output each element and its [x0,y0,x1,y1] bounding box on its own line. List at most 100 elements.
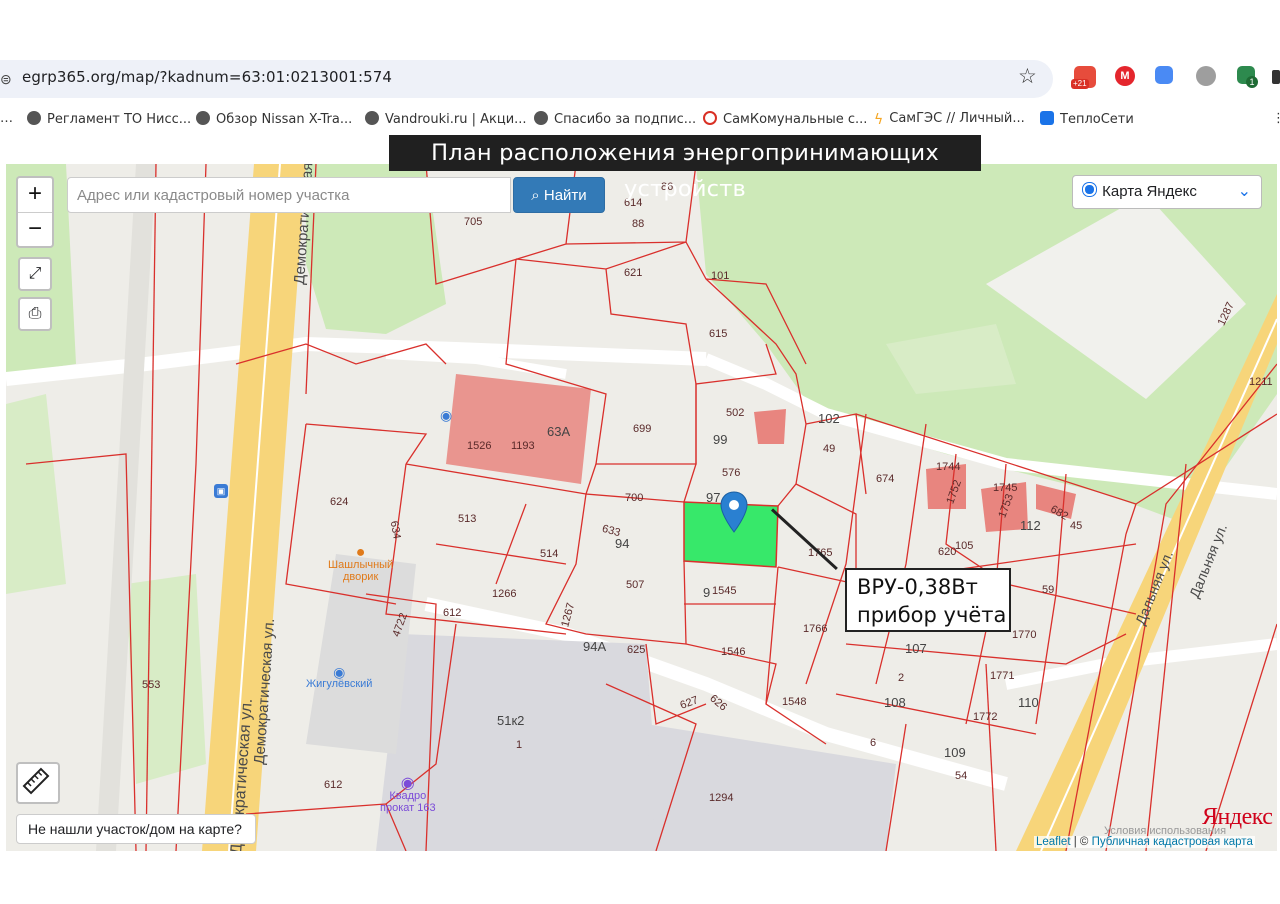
parcel-label: 1548 [782,696,807,708]
poi-metro-icon[interactable]: ▣ [214,484,228,498]
parcel-label: 49 [823,443,836,455]
map-attribution: Условия использования Leaflet | © Публич… [1034,825,1255,848]
bookmark-2[interactable]: Vandrouki.ru | Акци... [365,111,527,127]
parcel-label: 1772 [973,711,998,723]
print-button[interactable]: ⎙ [18,297,52,331]
parcel-label: 553 [142,679,161,691]
url-text[interactable]: egrp365.org/map/?kadnum=63:01:0213001:57… [22,68,392,86]
parcel-label: 1545 [712,585,737,597]
parcel-label: 9 [703,585,711,600]
bookmark-label: Регламент ТО Нисс... [47,112,192,127]
bookmark-6[interactable]: ТеплоСети [1040,111,1134,127]
not-found-link[interactable]: Не нашли участок/дом на карте? [16,814,256,844]
callout-line-1: ВРУ-0,38Вт [857,575,978,599]
terms-link[interactable]: Условия использования [1104,825,1226,837]
bookmark-label: Обзор Nissan X-Tra... [216,112,353,127]
parcel-label: 612 [324,779,343,791]
bookmark-star-icon[interactable]: ☆ [1018,64,1037,89]
extension-badge: +21 [1071,79,1089,89]
poi-zhiguli-label: Жигулёвский [306,678,373,690]
parcel-label: 102 [818,411,840,426]
parcel-label: 576 [722,467,741,479]
parcel-label: 620 [938,546,957,558]
brewery-icon: ◉ [333,664,346,680]
restaurant-icon: ● [355,544,366,561]
extension-puzzle-icon[interactable] [1272,70,1280,84]
poi-zhiguli[interactable]: ◉ Жигулёвский [306,664,373,690]
ruler-button[interactable] [16,762,60,804]
bookmark-5[interactable]: ϟ СамГЭС // Личный... [874,111,1025,128]
zoom-in-button[interactable]: + [18,178,52,212]
chevron-down-icon: ⌄ [1237,183,1251,200]
extension-gift-icon[interactable]: +21 [1071,66,1096,89]
parcel-label: 705 [464,216,483,228]
parcel-label: 97 [706,490,721,505]
radio-selected-icon [1083,183,1096,196]
parcel-label: 94А [583,639,607,654]
teploseti-icon [1040,111,1054,125]
parcel-label: 1266 [492,588,517,600]
expand-icon: ⤢ [28,265,42,282]
zoom-out-button[interactable]: − [18,212,52,247]
parcel-label: 110 [1018,695,1039,710]
extension-layers-icon[interactable] [1196,66,1216,86]
meter-callout: ВРУ-0,38Вт прибор учёта [845,568,1011,632]
parcel-label: 502 [726,407,745,419]
bookmark-label: Спасибо за подпис... [554,112,697,127]
bookmark-3[interactable]: Спасибо за подпис... [534,111,696,127]
extension-m-icon[interactable]: M [1115,66,1135,86]
poi-kvadro-label: Квадро прокат 163 [380,790,436,814]
parcel-label: 54 [955,770,968,782]
map-title-banner: План расположения энергопринимающих устр… [389,135,981,202]
fullscreen-button[interactable]: ⤢ [18,257,52,291]
parcel-label: 105 [955,540,974,552]
parcel-label: 1744 [936,461,961,473]
parcel-label: 1771 [990,670,1015,682]
poi-kvadro[interactable]: ◉ Квадро прокат 163 [380,775,436,815]
extension-badge-2: 1 [1246,76,1258,88]
zoom-control: + − [16,176,54,248]
parcel-label: 107 [905,641,927,656]
bookmark-1[interactable]: Обзор Nissan X-Tra... [196,111,352,127]
parcel-label: 624 [330,496,349,508]
map-layer-select[interactable]: Карта Яндекс ⌄ [1072,175,1262,209]
pkk-link[interactable]: Публичная кадастровая карта [1092,836,1253,848]
extension-translate-icon[interactable] [1155,66,1173,84]
parcel-label: 1766 [803,623,828,635]
bookmarks-more[interactable]: ⋮ [1272,111,1280,126]
ruler-icon [22,767,50,795]
globe-icon [196,111,210,125]
poi-bus-stop-icon[interactable]: ◉ [440,408,452,422]
search-input[interactable] [67,177,511,213]
bookmark-4[interactable]: СамКомунальные с... [703,111,867,127]
parcel-label: 99 [713,432,728,447]
location-pin-icon[interactable] [720,491,748,533]
leaflet-link[interactable]: Leaflet [1036,836,1071,848]
site-info-icon[interactable]: ⊜ [0,71,12,88]
parcel-label: 45 [1070,520,1083,532]
parcel-label: 625 [627,644,646,656]
poi-shashlik[interactable]: ● Шашлычный дворик [328,544,393,584]
printer-icon: ⎙ [28,305,42,322]
bookmark-0[interactable]: Регламент ТО Нисс... [27,111,191,127]
magnifier-icon: ⌕ [531,186,540,204]
parcel-label: 507 [626,579,645,591]
parcel-label: 1193 [511,440,535,452]
parcel-label: 699 [633,423,652,435]
parcel-label: 51к2 [497,713,525,728]
parcel-label: 514 [540,548,559,560]
cadastral-map[interactable]: 86 614 88 705 621 101 615 502 102 49 99 … [6,164,1277,851]
parcel-label: 94 [615,536,630,551]
bookmarks-bar: … Регламент ТО Нисс... Обзор Nissan X-Tr… [0,106,1280,132]
extension-green-icon[interactable]: 1 [1237,66,1258,88]
parcel-label: 612 [443,607,462,619]
parcel-label: 59 [1042,584,1055,596]
bookmark-label: Vandrouki.ru | Акци... [385,112,527,127]
bookmarks-overflow[interactable]: … [0,111,13,126]
parcel-label: 621 [624,267,643,279]
lightning-icon: ϟ [874,112,884,128]
bookmark-label: СамКомунальные с... [723,112,868,127]
callout-line-2: прибор учёта [857,603,1007,627]
rental-icon: ◉ [400,775,415,792]
search-button[interactable]: ⌕ Найти [513,177,605,213]
